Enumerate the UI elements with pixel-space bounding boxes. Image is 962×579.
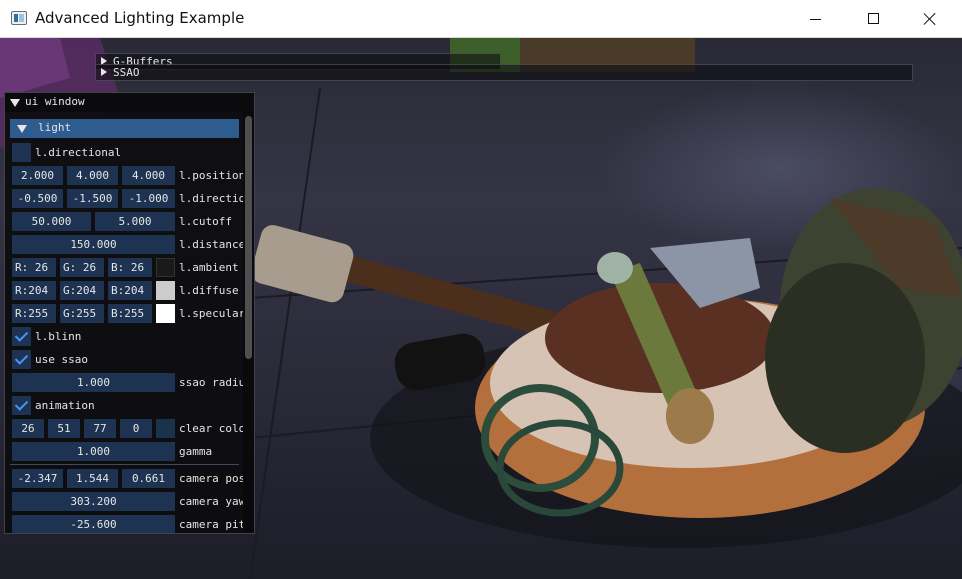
light-header[interactable]: light <box>10 119 239 138</box>
specular-r-field[interactable]: R:255 <box>12 304 56 323</box>
specular-color-swatch[interactable] <box>156 304 175 323</box>
position-label: l.position <box>179 169 243 182</box>
diffuse-color-swatch[interactable] <box>156 281 175 300</box>
window-title: Advanced Lighting Example <box>35 9 245 27</box>
clear-color-b-field[interactable]: 77 <box>84 419 116 438</box>
ssao-title: SSAO <box>113 66 140 79</box>
camera-position-label: camera position <box>179 472 243 485</box>
camera-pitch-label: camera pitch <box>179 518 243 531</box>
ssao-radius-label: ssao radius <box>179 376 243 389</box>
camera-yaw-field[interactable]: 303.200 <box>12 492 175 511</box>
animation-checkbox[interactable] <box>12 396 31 415</box>
diffuse-b-field[interactable]: B:204 <box>108 281 152 300</box>
separator <box>10 464 239 465</box>
direction-z-field[interactable]: -1.000 <box>122 189 175 208</box>
gamma-field[interactable]: 1.000 <box>12 442 175 461</box>
collapse-arrow-icon[interactable] <box>10 99 20 107</box>
camera-yaw-label: camera yaw <box>179 495 243 508</box>
maximize-icon <box>868 13 879 24</box>
collapse-arrow-icon <box>17 125 27 133</box>
clear-color-label: clear color <box>179 422 243 435</box>
use-ssao-checkbox[interactable] <box>12 350 31 369</box>
distance-label: l.distance <box>179 238 243 251</box>
ui-window[interactable]: ui window light l.directional 2.000 4.00… <box>4 92 255 534</box>
cutoff-inner-field[interactable]: 50.000 <box>12 212 91 231</box>
ambient-g-field[interactable]: G: 26 <box>60 258 104 277</box>
ui-window-title: ui window <box>25 95 85 108</box>
position-y-field[interactable]: 4.000 <box>67 166 118 185</box>
close-button[interactable] <box>902 0 960 38</box>
camera-position-z-field[interactable]: 0.661 <box>122 469 175 488</box>
ambient-b-field[interactable]: B: 26 <box>108 258 152 277</box>
cutoff-label: l.cutoff <box>179 215 232 228</box>
specular-g-field[interactable]: G:255 <box>60 304 104 323</box>
bedroll-end <box>765 263 925 453</box>
mallet-cap <box>597 252 633 284</box>
clear-color-g-field[interactable]: 51 <box>48 419 80 438</box>
specular-label: l.specular <box>179 307 243 320</box>
ambient-label: l.ambient <box>179 261 239 274</box>
ssao-window[interactable]: SSAO <box>95 64 913 81</box>
light-header-label: light <box>38 121 72 134</box>
animation-label: animation <box>35 399 95 412</box>
ambient-r-field[interactable]: R: 26 <box>12 258 56 277</box>
maximize-button[interactable] <box>844 0 902 38</box>
clear-color-swatch[interactable] <box>156 419 175 438</box>
expand-arrow-icon <box>101 68 107 76</box>
direction-x-field[interactable]: -0.500 <box>12 189 63 208</box>
position-z-field[interactable]: 4.000 <box>122 166 175 185</box>
blinn-checkbox[interactable] <box>12 327 31 346</box>
diffuse-label: l.diffuse <box>179 284 239 297</box>
directional-label: l.directional <box>35 146 122 159</box>
camera-position-y-field[interactable]: 1.544 <box>67 469 118 488</box>
diffuse-g-field[interactable]: G:204 <box>60 281 104 300</box>
scrollbar-thumb[interactable] <box>245 116 252 359</box>
camera-position-x-field[interactable]: -2.347 <box>12 469 63 488</box>
minimize-button[interactable] <box>786 0 844 38</box>
ssao-radius-field[interactable]: 1.000 <box>12 373 175 392</box>
direction-y-field[interactable]: -1.500 <box>67 189 118 208</box>
gamma-label: gamma <box>179 445 213 458</box>
title-bar[interactable]: Advanced Lighting Example <box>0 0 962 38</box>
guitar-headstock <box>251 225 354 303</box>
diffuse-r-field[interactable]: R:204 <box>12 281 56 300</box>
use-ssao-label: use ssao <box>35 353 88 366</box>
ambient-color-swatch[interactable] <box>156 258 175 277</box>
blinn-label: l.blinn <box>35 330 82 343</box>
camera-pitch-field[interactable]: -25.600 <box>12 515 175 533</box>
distance-field[interactable]: 150.000 <box>12 235 175 254</box>
app-icon <box>11 11 27 25</box>
floor-line <box>249 87 321 579</box>
specular-b-field[interactable]: B:255 <box>108 304 152 323</box>
minimize-icon <box>810 19 821 20</box>
close-icon <box>923 12 937 26</box>
cutoff-outer-field[interactable]: 5.000 <box>95 212 175 231</box>
clear-color-a-field[interactable]: 0 <box>120 419 152 438</box>
clear-color-r-field[interactable]: 26 <box>12 419 44 438</box>
ui-window-scrollbar[interactable] <box>243 112 254 533</box>
position-x-field[interactable]: 2.000 <box>12 166 63 185</box>
directional-checkbox[interactable] <box>12 143 31 162</box>
direction-label: l.direction <box>179 192 243 205</box>
ui-window-title-bar[interactable]: ui window <box>5 93 254 112</box>
mallet-head <box>666 388 714 444</box>
